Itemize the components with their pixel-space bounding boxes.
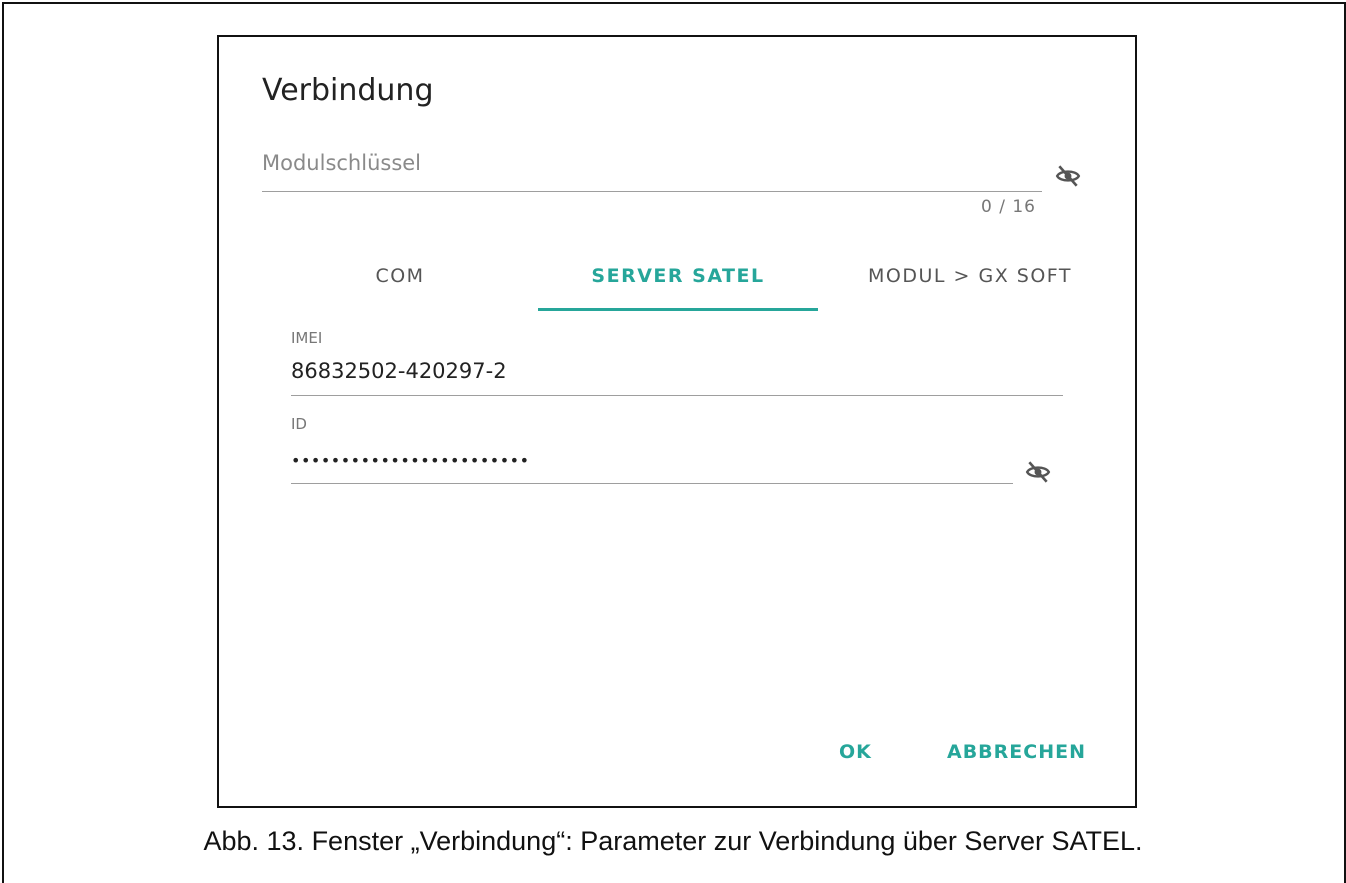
connection-dialog: Verbindung Modulschlüssel 0 / 16 COM SER…	[217, 35, 1137, 808]
tab-com[interactable]: COM	[262, 242, 538, 310]
imei-field[interactable]: 86832502-420297-2	[291, 359, 1063, 396]
eye-off-icon[interactable]	[1055, 163, 1081, 189]
dialog-title: Verbindung	[262, 73, 434, 108]
connection-tabs: COM SERVER SATEL MODUL > GX SOFT	[262, 242, 1122, 311]
cancel-button[interactable]: ABBRECHEN	[947, 741, 1086, 763]
id-value: ••••••••••••••••••••••••	[291, 451, 530, 470]
ok-button[interactable]: OK	[839, 741, 872, 763]
active-tab-indicator	[538, 308, 818, 311]
tab-server-satel[interactable]: SERVER SATEL	[538, 242, 818, 310]
imei-value: 86832502-420297-2	[291, 359, 507, 383]
module-key-field[interactable]: Modulschlüssel	[262, 149, 1042, 192]
id-field[interactable]: ••••••••••••••••••••••••	[291, 449, 1013, 484]
tab-modul-gx-soft[interactable]: MODUL > GX SOFT	[818, 242, 1122, 310]
character-counter: 0 / 16	[981, 197, 1036, 217]
module-key-placeholder: Modulschlüssel	[262, 151, 422, 175]
id-label: ID	[291, 415, 307, 433]
figure-caption: Abb. 13. Fenster „Verbindung“: Parameter…	[203, 826, 1143, 856]
eye-off-icon[interactable]	[1025, 459, 1051, 485]
imei-label: IMEI	[291, 329, 323, 347]
